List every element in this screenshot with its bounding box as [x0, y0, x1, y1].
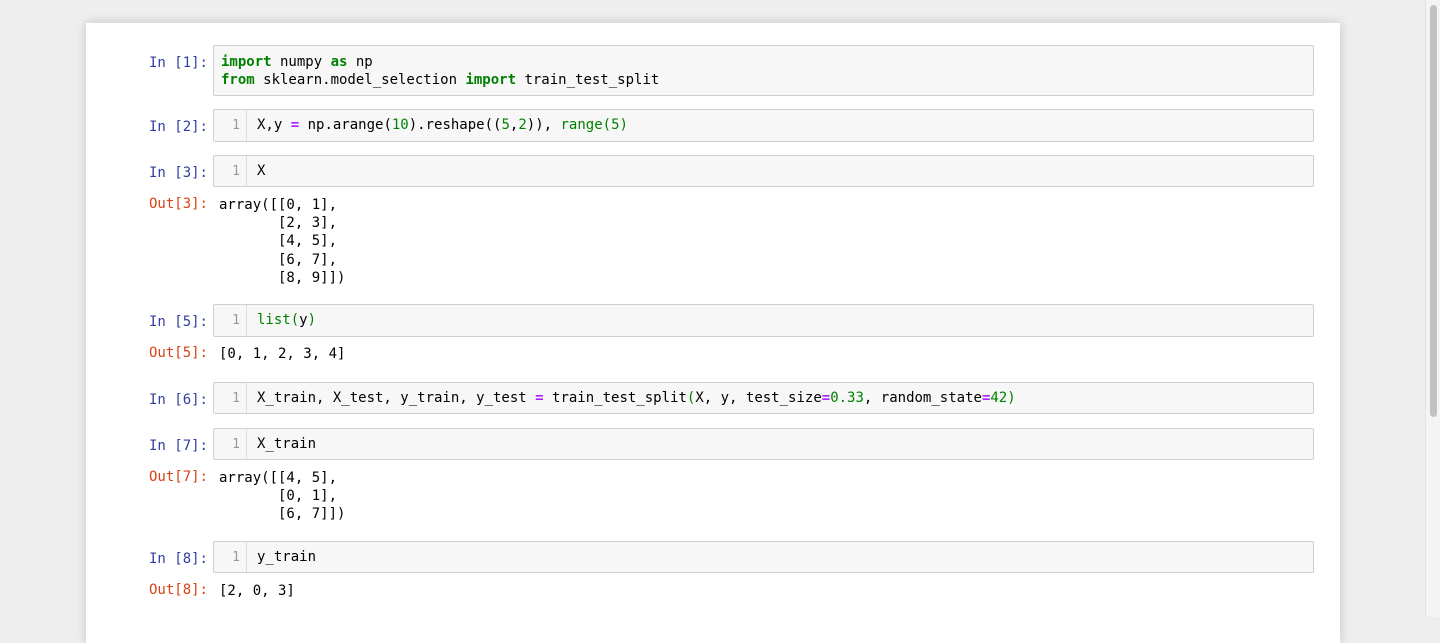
cell-output: [2, 0, 3]	[219, 583, 295, 599]
code-line: import numpy as np	[221, 54, 373, 70]
code-editor[interactable]: 1 X,y = np.arange(10).reshape((5,2)), ra…	[213, 109, 1314, 142]
in-prompt: In [2]:	[148, 119, 208, 135]
line-number: 1	[232, 313, 240, 328]
line-number-gutter: 1	[214, 156, 247, 186]
cell-output: array([[0, 1], [2, 3], [4, 5], [6, 7], […	[219, 197, 346, 286]
cell-output: [0, 1, 2, 3, 4]	[219, 346, 346, 362]
out-prompt: Out[3]:	[148, 196, 208, 212]
line-number-gutter: 1	[214, 542, 247, 572]
code-editor[interactable]: 1 X	[213, 155, 1314, 187]
code-line: X,y = np.arange(10).reshape((5,2)), rang…	[257, 117, 628, 133]
line-number-gutter: 1	[214, 305, 247, 336]
code-editor[interactable]: 1 X_train	[213, 428, 1314, 460]
vertical-scrollbar[interactable]	[1425, 0, 1440, 617]
cell-output: array([[4, 5], [0, 1], [6, 7]])	[219, 470, 346, 523]
out-prompt: Out[8]:	[148, 582, 208, 598]
code-editor[interactable]: 1 list(y)	[213, 304, 1314, 337]
code-editor[interactable]: import numpy as np from sklearn.model_se…	[213, 45, 1314, 96]
line-number: 1	[232, 164, 240, 179]
in-prompt: In [8]:	[148, 551, 208, 567]
code-line: y_train	[257, 549, 317, 565]
scrollbar-thumb[interactable]	[1430, 5, 1437, 417]
in-prompt: In [7]:	[148, 438, 208, 454]
line-number-gutter: 1	[214, 110, 247, 141]
line-number: 1	[232, 437, 240, 452]
in-prompt: In [6]:	[148, 392, 208, 408]
code-line: from sklearn.model_selection import trai…	[221, 72, 660, 88]
in-prompt: In [1]:	[148, 55, 208, 71]
code-editor[interactable]: 1 X_train, X_test, y_train, y_test = tra…	[213, 382, 1314, 414]
line-number: 1	[232, 118, 240, 133]
notebook-container: In [1]: import numpy as np from sklearn.…	[86, 23, 1340, 643]
in-prompt: In [3]:	[148, 165, 208, 181]
line-number: 1	[232, 550, 240, 565]
line-number: 1	[232, 391, 240, 406]
out-prompt: Out[5]:	[148, 345, 208, 361]
code-line: X	[257, 163, 266, 179]
code-editor[interactable]: 1 y_train	[213, 541, 1314, 573]
out-prompt: Out[7]:	[148, 469, 208, 485]
in-prompt: In [5]:	[148, 314, 208, 330]
code-line: X_train, X_test, y_train, y_test = train…	[257, 390, 1016, 406]
code-line: X_train	[257, 436, 317, 452]
line-number-gutter: 1	[214, 383, 247, 413]
code-line: list(y)	[257, 312, 317, 328]
line-number-gutter: 1	[214, 429, 247, 459]
